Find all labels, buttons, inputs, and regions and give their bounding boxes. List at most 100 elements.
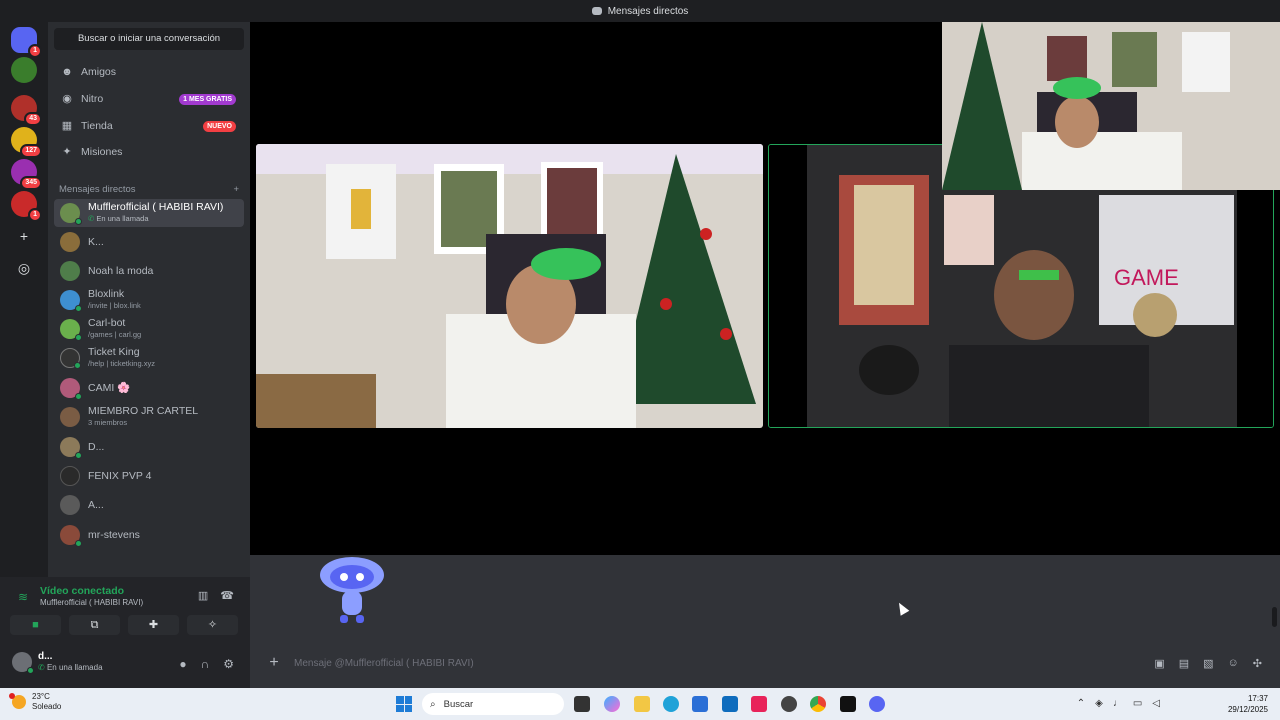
quests-icon: ✦ bbox=[62, 146, 72, 158]
server-icon[interactable] bbox=[11, 57, 37, 83]
app-icon[interactable] bbox=[781, 696, 797, 712]
scrollbar[interactable] bbox=[1272, 607, 1277, 627]
dm-name: Carl-bot bbox=[88, 317, 126, 329]
dm-item[interactable]: CAMI 🌸 bbox=[54, 375, 244, 401]
volume-icon[interactable]: ◁ bbox=[1152, 698, 1160, 709]
disconnect-icon[interactable]: ☎ bbox=[220, 589, 234, 602]
tiktok-icon[interactable] bbox=[751, 696, 767, 712]
voice-panel: ≋ Vídeo conectado Mufflerofficial ( HABI… bbox=[0, 577, 250, 688]
server-icon[interactable]: 43 bbox=[11, 95, 42, 126]
server-icon[interactable]: 345 bbox=[11, 159, 42, 190]
avatar bbox=[60, 525, 82, 547]
home-badge: 1 bbox=[28, 44, 42, 58]
activities-button[interactable]: ✚ bbox=[128, 615, 179, 635]
dm-status: En una llamada bbox=[96, 214, 149, 223]
voice-channel[interactable]: Mufflerofficial ( HABIBI RAVI) bbox=[40, 598, 143, 607]
message-input[interactable]: Mensaje @Mufflerofficial ( HABIBI RAVI) bbox=[294, 658, 1154, 669]
settings-gear-icon[interactable]: ⚙ bbox=[223, 657, 234, 671]
outlook-icon[interactable] bbox=[722, 696, 738, 712]
screen-share-button[interactable]: ⧉ bbox=[69, 615, 120, 635]
apps-icon[interactable]: ✣ bbox=[1253, 657, 1262, 670]
dm-name: Noah la moda bbox=[88, 264, 154, 277]
nav-friends[interactable]: ☻ Amigos bbox=[54, 60, 244, 84]
tray-app-icon[interactable]: ◈ bbox=[1095, 698, 1103, 709]
username: d... bbox=[38, 651, 53, 662]
nav-nitro[interactable]: ◉ Nitro 1 MES GRATIS bbox=[54, 87, 244, 111]
message-area: + Mensaje @Mufflerofficial ( HABIBI RAVI… bbox=[250, 555, 1280, 688]
emoji-icon[interactable]: ☺ bbox=[1228, 657, 1239, 670]
dm-status: 3 miembros bbox=[88, 418, 128, 427]
dm-item[interactable]: D... bbox=[54, 434, 244, 460]
network-icon[interactable]: ▭ bbox=[1133, 698, 1142, 709]
nav-shop[interactable]: ▦ Tienda NUEVO bbox=[54, 114, 244, 138]
video-tile-self[interactable] bbox=[256, 144, 763, 428]
gif-icon[interactable]: ▤ bbox=[1179, 657, 1189, 670]
discord-home-icon[interactable]: 1 bbox=[11, 27, 42, 58]
shop-icon: ▦ bbox=[61, 120, 73, 132]
server-icon[interactable]: 127 bbox=[11, 127, 42, 158]
avatar bbox=[60, 203, 82, 225]
avatar bbox=[60, 437, 82, 459]
dm-item[interactable]: FENIX PVP 4 bbox=[54, 463, 244, 489]
dm-item[interactable]: Ticket King /help | ticketking.xyz bbox=[54, 345, 244, 371]
dm-item[interactable]: MIEMBRO JR CARTEL 3 miembros bbox=[54, 404, 244, 430]
noise-suppression-icon[interactable]: ▥ bbox=[198, 589, 208, 602]
add-dm-icon[interactable]: + bbox=[233, 184, 239, 195]
nav-label: Tienda bbox=[81, 120, 113, 132]
dm-item[interactable]: Mufflerofficial ( HABIBI RAVI) ✆ En una … bbox=[54, 199, 244, 227]
nav-quests[interactable]: ✦ Misiones bbox=[54, 140, 244, 164]
chevron-up-icon[interactable]: ⌃ bbox=[1077, 698, 1085, 709]
microphone-tray-icon[interactable]: ♩ bbox=[1113, 698, 1123, 709]
svg-text:GAME: GAME bbox=[1114, 265, 1179, 290]
dm-item[interactable]: Noah la moda bbox=[54, 258, 244, 284]
dm-icon bbox=[591, 7, 602, 15]
dm-item[interactable]: A... bbox=[54, 492, 244, 518]
user-status: En una llamada bbox=[46, 663, 103, 672]
search-conversation-button[interactable]: Buscar o iniciar una conversación bbox=[54, 28, 244, 50]
file-explorer-icon[interactable] bbox=[634, 696, 650, 712]
message-composer: + Mensaje @Mufflerofficial ( HABIBI RAVI… bbox=[258, 650, 1272, 676]
discord-taskbar-icon[interactable] bbox=[869, 696, 885, 712]
server-icon[interactable]: 1 bbox=[11, 191, 42, 222]
dm-section-title: Mensajes directos bbox=[59, 184, 136, 195]
sticker-icon[interactable]: ▧ bbox=[1203, 657, 1213, 670]
store-icon[interactable] bbox=[692, 696, 708, 712]
camera-button[interactable]: ■ bbox=[10, 615, 61, 635]
soundboard-button[interactable]: ✧ bbox=[187, 615, 238, 635]
avatar bbox=[60, 495, 80, 515]
edge-icon[interactable] bbox=[663, 696, 679, 712]
dm-name: Mufflerofficial ( HABIBI RAVI) bbox=[88, 201, 224, 213]
self-view-popout[interactable] bbox=[942, 22, 1280, 190]
discover-icon[interactable]: ◎ bbox=[15, 259, 33, 277]
taskbar-search[interactable]: ⌕ Buscar bbox=[422, 693, 564, 715]
server-badge: 127 bbox=[20, 144, 42, 158]
add-server-icon[interactable]: + bbox=[15, 227, 33, 245]
weather-condition: Soleado bbox=[32, 702, 62, 711]
dm-item[interactable]: Carl-bot /games | carl.gg bbox=[54, 316, 244, 342]
weather-widget[interactable]: 23°C Soleado bbox=[9, 692, 62, 712]
windows-start-icon[interactable] bbox=[396, 696, 412, 712]
gift-icon[interactable]: ▣ bbox=[1154, 657, 1164, 670]
attach-plus-icon[interactable]: + bbox=[266, 654, 282, 672]
chrome-icon[interactable] bbox=[810, 696, 826, 712]
dm-item[interactable]: mr-stevens bbox=[54, 522, 244, 548]
system-clock[interactable]: 17:37 29/12/2025 bbox=[1228, 693, 1268, 715]
capcut-icon[interactable] bbox=[840, 696, 856, 712]
temperature: 23°C bbox=[32, 692, 50, 701]
dm-section-header: Mensajes directos + bbox=[59, 184, 239, 195]
connection-signal-icon[interactable]: ≋ bbox=[18, 591, 32, 603]
wumpus-illustration bbox=[320, 557, 384, 623]
microphone-icon[interactable]: ● bbox=[179, 657, 186, 671]
taskbar-search-label: Buscar bbox=[443, 698, 474, 710]
user-panel[interactable]: d... ✆ En una llamada bbox=[12, 651, 103, 674]
copilot-icon[interactable] bbox=[604, 696, 620, 712]
dm-item[interactable]: K... bbox=[54, 229, 244, 255]
headphones-icon[interactable]: ∩ bbox=[201, 657, 210, 671]
task-view-icon[interactable] bbox=[574, 696, 590, 712]
call-stage: GAME bbox=[250, 22, 1280, 555]
nitro-promo-badge: 1 MES GRATIS bbox=[179, 93, 236, 105]
avatar bbox=[12, 652, 34, 674]
dm-item[interactable]: Bloxlink /invite | blox.link bbox=[54, 287, 244, 313]
dm-name: mr-stevens bbox=[88, 528, 140, 541]
dm-name: MIEMBRO JR CARTEL bbox=[88, 405, 199, 417]
